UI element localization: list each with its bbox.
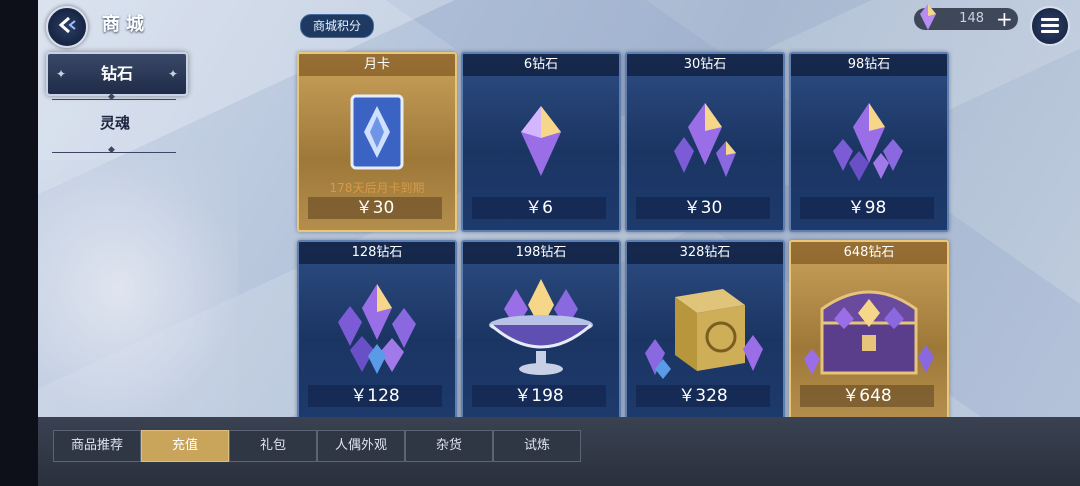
diamond-bowl-icon [463,272,619,386]
product-card-648-diamond[interactable]: 648钻石 ￥648 [789,240,949,420]
product-card-monthly[interactable]: 月卡 178天后月卡到期 ￥30 [297,52,457,232]
side-divider [52,145,176,155]
product-name: 198钻石 [463,242,619,264]
product-card-328-diamond[interactable]: 328钻石 ￥328 [625,240,785,420]
diamond-cluster-icon [627,84,783,198]
shop-points-tab[interactable]: 商城积分 [300,14,375,38]
back-arrow-icon [57,16,77,39]
product-card-30-diamond[interactable]: 30钻石 ￥30 [625,52,785,232]
product-name: 6钻石 [463,54,619,76]
menu-icon [1041,18,1059,21]
product-card-128-diamond[interactable]: 128钻石 ￥128 [297,240,457,420]
tab-recharge[interactable]: 充值 [141,430,229,462]
diamond-cluster-icon [791,84,947,198]
tab-misc[interactable]: 杂货 [405,430,493,462]
tab-recommended[interactable]: 商品推荐 [53,430,141,462]
monthly-card-expiry: 178天后月卡到期 [329,181,425,195]
side-item-diamond[interactable]: 钻石 [46,52,188,96]
treasure-chest-icon [791,272,947,386]
menu-button[interactable] [1030,6,1070,46]
product-name: 328钻石 [627,242,783,264]
product-name: 月卡 [299,54,455,76]
side-divider [52,92,176,102]
product-name: 30钻石 [627,54,783,76]
product-price: ￥30 [636,197,770,219]
add-diamond-button[interactable]: + [996,7,1013,31]
page-title: 商城 [102,14,150,35]
diamond-icon [463,84,619,198]
product-price: ￥30 [308,197,442,219]
product-price: ￥128 [308,385,442,407]
product-name: 648钻石 [791,242,947,264]
diamond-balance: 148 + [914,4,1018,31]
product-card-198-diamond[interactable]: 198钻石 ￥198 [461,240,621,420]
product-name: 128钻石 [299,242,455,264]
monthly-card-icon [299,84,455,180]
product-price: ￥198 [472,385,606,407]
product-price: ￥648 [800,385,934,407]
background-blur [38,160,238,420]
diamond-amount: 148 [959,11,984,26]
category-tabs: 商品推荐 充值 礼包 人偶外观 杂货 试炼 [53,430,581,462]
product-price: ￥328 [636,385,770,407]
diamond-pile-icon [299,272,455,386]
side-item-soul[interactable]: 灵魂 [46,112,184,133]
tab-gift-pack[interactable]: 礼包 [229,430,317,462]
product-card-6-diamond[interactable]: 6钻石 ￥6 [461,52,621,232]
golden-box-icon [627,272,783,386]
product-card-98-diamond[interactable]: 98钻石 ￥98 [789,52,949,232]
product-price: ￥98 [800,197,934,219]
product-price: ￥6 [472,197,606,219]
tab-doll-appearance[interactable]: 人偶外观 [317,430,405,462]
product-name: 98钻石 [791,54,947,76]
back-button[interactable] [46,6,88,48]
tab-trial[interactable]: 试炼 [493,430,581,462]
